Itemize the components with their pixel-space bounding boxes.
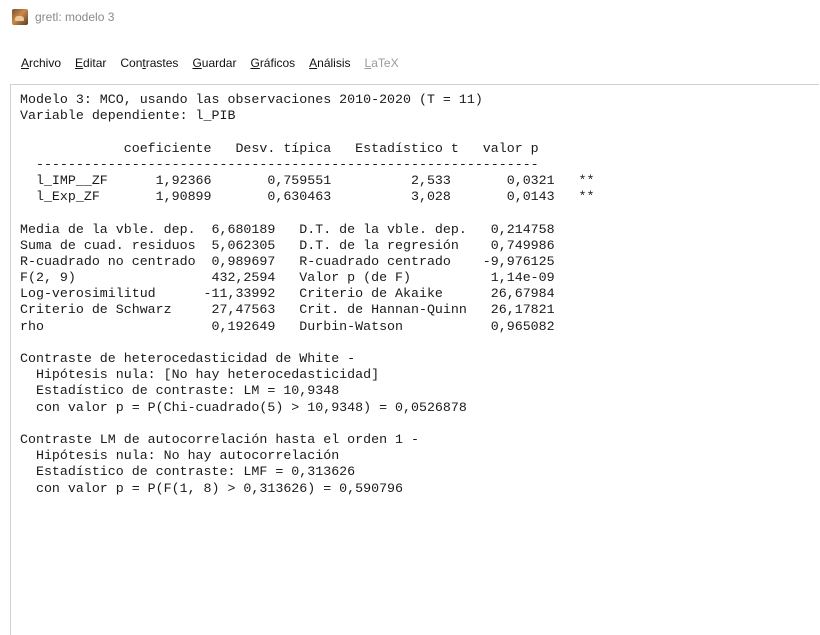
output-line: ----------------------------------------…	[20, 156, 539, 172]
output-line: Suma de cuad. residuos 5,062305 D.T. de …	[20, 237, 555, 253]
output-line: Hipótesis nula: No hay autocorrelación	[20, 448, 340, 464]
output-line: Contraste de heterocedasticidad de White…	[20, 351, 356, 366]
menu-label: ditar	[83, 56, 107, 70]
model-output-text: Modelo 3: MCO, usando las observaciones …	[20, 92, 595, 497]
menu-accel: E	[75, 56, 84, 70]
output-line: l_Exp_ZF 1,90899 0,630463 3,028 0,0143 *…	[20, 189, 595, 205]
output-line: Variable dependiente: l_PIB	[20, 108, 236, 124]
output-line: con valor p = P(Chi-cuadrado(5) > 10,934…	[20, 399, 467, 415]
menu-accel: A	[309, 56, 318, 70]
menu-label: nálisis	[317, 56, 351, 70]
menu-label: aTeX	[371, 56, 399, 70]
menu-label: uardar	[201, 56, 237, 70]
title-bar: gretl: modelo 3	[0, 0, 820, 34]
menu-accel: A	[21, 56, 30, 70]
menu-analisis[interactable]: Análisis	[309, 56, 350, 70]
output-line: F(2, 9) 432,2594 Valor p (de F) 1,14e-09	[20, 270, 555, 286]
output-line: con valor p = P(F(1, 8) > 0,313626) = 0,…	[20, 480, 404, 496]
menu-latex: LaTeX	[365, 56, 399, 70]
output-line: R-cuadrado no centrado 0,989697 R-cuadra…	[20, 253, 555, 269]
output-line: Log-verosimilitud -11,33992 Criterio de …	[20, 286, 555, 302]
output-line: rho 0,192649 Durbin-Watson 0,965082	[20, 318, 555, 334]
output-lines: Modelo 3: MCO, usando las observaciones …	[20, 92, 595, 497]
output-line: coeficiente Desv. típica Estadístico t v…	[20, 140, 539, 156]
menu-label: rastes	[145, 56, 179, 70]
output-line: Contraste LM de autocorrelación hasta el…	[20, 431, 419, 447]
menu-label-prefix: Con	[120, 56, 143, 70]
menu-graficos[interactable]: Gráficos	[250, 56, 295, 70]
menu-accel: G	[250, 56, 260, 70]
menu-archivo[interactable]: Archivo	[21, 56, 61, 70]
menu-accel: G	[192, 56, 202, 70]
menu-editar[interactable]: Editar	[75, 56, 106, 70]
output-line: Modelo 3: MCO, usando las observaciones …	[20, 92, 483, 107]
output-line: l_IMP__ZF 1,92366 0,759551 2,533 0,0321 …	[20, 172, 595, 188]
output-line: Estadístico de contraste: LM = 10,9348	[20, 383, 340, 399]
output-line: Estadístico de contraste: LMF = 0,313626	[20, 464, 356, 480]
gretl-app-icon	[12, 9, 28, 25]
output-line: Media de la vble. dep. 6,680189 D.T. de …	[20, 221, 555, 237]
output-line: Hipótesis nula: [No hay heterocedasticid…	[20, 367, 380, 383]
menu-contrastes[interactable]: Contrastes	[120, 56, 178, 70]
window-title: gretl: modelo 3	[35, 10, 115, 24]
output-line: Criterio de Schwarz 27,47563 Crit. de Ha…	[20, 302, 555, 318]
menu-guardar[interactable]: Guardar	[192, 56, 236, 70]
model-output-pane[interactable]: Modelo 3: MCO, usando las observaciones …	[10, 84, 819, 635]
menu-label: rchivo	[29, 56, 62, 70]
menu-bar: Archivo Editar Contrastes Guardar Gráfic…	[0, 50, 820, 76]
menu-label: ráficos	[259, 56, 296, 70]
